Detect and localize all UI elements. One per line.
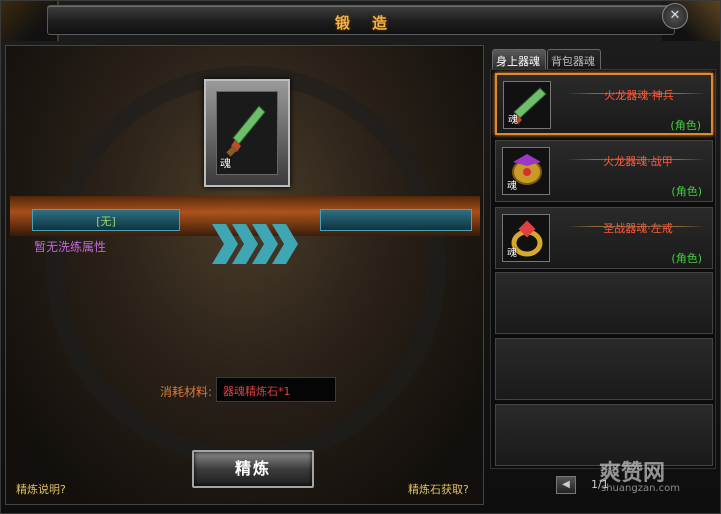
watermark-url: shuangzan.com [601, 483, 680, 494]
target-item-slot[interactable]: 魂 [216, 91, 278, 175]
attribute-bar-current-label: [无] [96, 215, 116, 228]
pager-text: 1/1 [591, 478, 609, 491]
forge-window: 锻造 ✕ 魂 [无] 暂无洗练属性 消耗材料: 器魂精炼石*1 精炼 精炼说明?… [0, 0, 721, 514]
list-item[interactable]: 魂 火龙器魂·神兵 (角色) [495, 73, 713, 135]
item-name: 火龙器魂·神兵 [604, 89, 674, 102]
title-bar[interactable]: 锻造 [47, 5, 675, 35]
tab-equipped-souls[interactable]: 身上器魂 [492, 49, 546, 70]
item-icon: 魂 [503, 81, 551, 129]
tab-bag-souls[interactable]: 背包器魂 [547, 49, 601, 70]
chevron-left-icon: ◀ [562, 479, 570, 490]
no-attribute-text: 暂无洗练属性 [34, 240, 107, 254]
soul-tag: 魂 [507, 181, 517, 192]
soul-tag: 魂 [220, 157, 231, 170]
item-name: 火龙器魂·战甲 [603, 155, 673, 168]
item-icon: 魂 [502, 214, 550, 262]
list-item[interactable]: 魂 圣战器魂·左戒 (角色) [495, 207, 713, 269]
item-name: 圣战器魂·左戒 [603, 222, 673, 235]
window-title: 锻造 [334, 14, 409, 32]
soul-tag: 魂 [507, 248, 517, 259]
refine-button[interactable]: 精炼 [192, 450, 314, 488]
sword-icon [226, 105, 266, 157]
item-icon: 魂 [502, 147, 550, 195]
material-value: 器魂精炼石*1 [216, 377, 336, 402]
soul-tag: 魂 [508, 115, 518, 126]
stone-source-link[interactable]: 精炼石获取? [408, 481, 469, 497]
attribute-bar-current: [无] [32, 209, 180, 231]
item-tag: (角色) [671, 252, 702, 265]
list-item[interactable]: 魂 火龙器魂·战甲 (角色) [495, 140, 713, 202]
material-label: 消耗材料: [160, 385, 213, 399]
soul-list: 魂 火龙器魂·神兵 (角色) 魂 火龙器魂·战甲 (角色) 魂 圣战器魂·左戒 … [490, 69, 716, 469]
list-item-empty[interactable] [495, 338, 713, 400]
attribute-bar-result [320, 209, 472, 231]
target-item-frame: 魂 [204, 79, 290, 187]
item-tag: (角色) [671, 185, 702, 198]
list-item-empty[interactable] [495, 272, 713, 334]
pager-prev-button[interactable]: ◀ [556, 476, 576, 494]
close-icon: ✕ [669, 8, 681, 23]
forge-panel: 魂 [无] 暂无洗练属性 消耗材料: 器魂精炼石*1 精炼 精炼说明? 精炼石获… [5, 45, 484, 505]
refine-help-link[interactable]: 精炼说明? [16, 481, 66, 497]
close-button[interactable]: ✕ [662, 3, 688, 29]
chevron-right-icon [212, 224, 298, 264]
item-tag: (角色) [670, 119, 701, 132]
